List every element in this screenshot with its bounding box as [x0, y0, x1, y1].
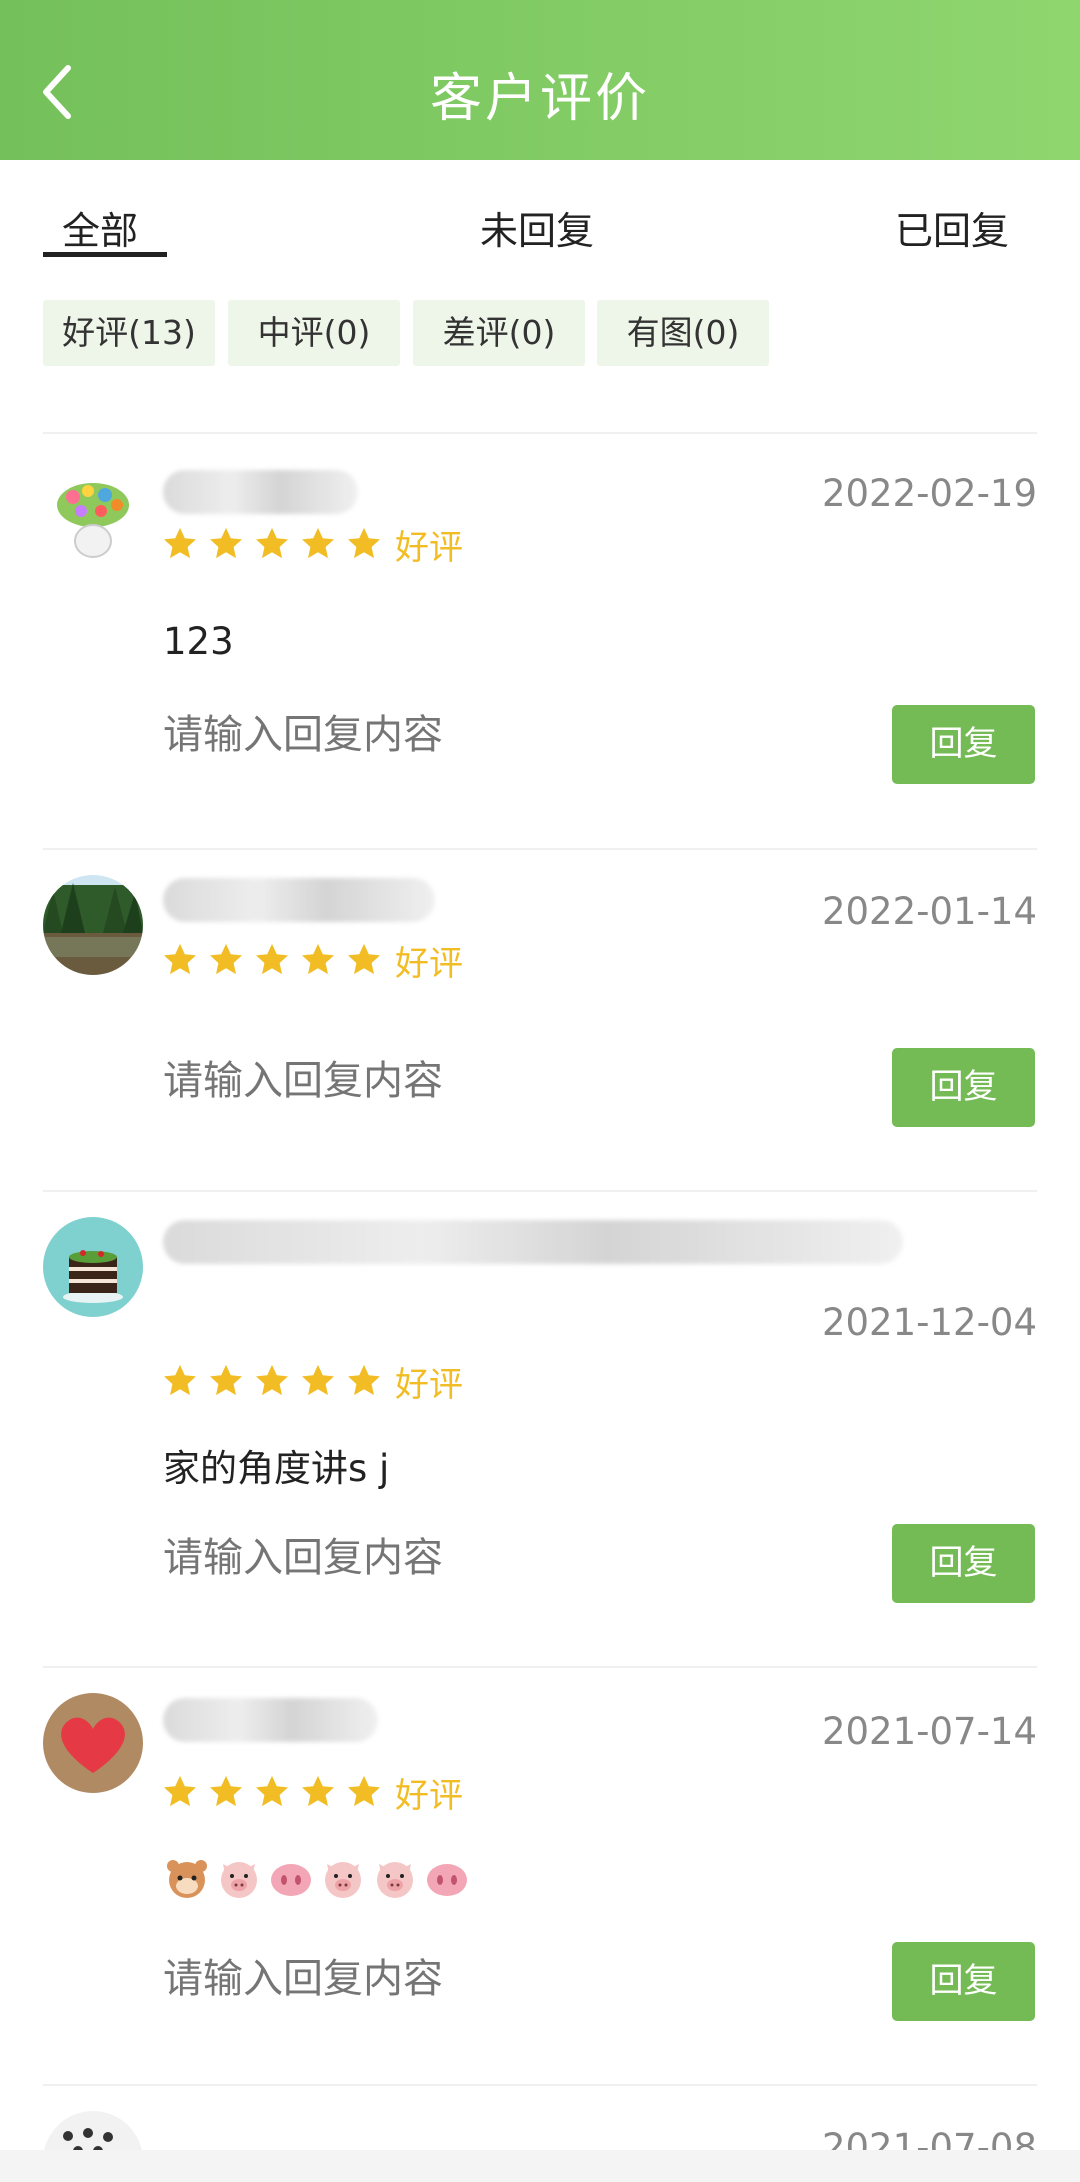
pig-emoji-icon	[325, 1862, 361, 1898]
review-date: 2022-02-19	[821, 472, 1037, 515]
star-icon	[302, 527, 334, 559]
hamster-emoji-icon	[167, 1860, 207, 1898]
star-icon	[348, 1364, 380, 1396]
review-text: 123	[163, 620, 234, 663]
pig-nose-emoji-icon	[271, 1864, 311, 1896]
active-tab-indicator	[43, 252, 167, 257]
star-icon	[164, 1364, 196, 1396]
star-icon	[164, 943, 196, 975]
review-tabs: 全部 未回复 已回复	[0, 160, 1080, 264]
rating-label: 好评	[395, 1775, 463, 1816]
red-heart-avatar-icon	[43, 1693, 143, 1793]
tab-unreplied[interactable]: 未回复	[480, 200, 594, 255]
star-icon	[210, 1364, 242, 1396]
star-icon	[256, 527, 288, 559]
star-icon	[348, 1775, 380, 1807]
reply-button[interactable]: 回复	[892, 1524, 1035, 1603]
star-rating: 好评	[161, 1362, 463, 1405]
filter-with-image[interactable]: 有图(0)	[597, 300, 769, 366]
review-item: 2022-02-19 好评 123 回复	[0, 432, 1080, 848]
pig-emoji-icon	[377, 1862, 413, 1898]
star-icon	[210, 1775, 242, 1807]
reply-button[interactable]: 回复	[892, 1048, 1035, 1127]
review-date: 2022-01-14	[821, 890, 1037, 933]
star-icon	[348, 527, 380, 559]
app-header: 客户评价	[0, 0, 1080, 160]
reply-input[interactable]	[163, 1058, 863, 1104]
review-date: 2021-12-04	[821, 1301, 1037, 1344]
nickname-blurred	[163, 470, 358, 514]
reply-input[interactable]	[163, 1535, 863, 1581]
star-icon	[164, 527, 196, 559]
star-icon	[210, 527, 242, 559]
reply-button[interactable]: 回复	[892, 705, 1035, 784]
reply-input[interactable]	[163, 1956, 863, 2002]
page-title: 客户评价	[429, 69, 650, 129]
star-icon	[348, 943, 380, 975]
review-item: 2021-07-14 好评 请输入回复内容 回复	[0, 1666, 1080, 2084]
star-icon	[302, 1364, 334, 1396]
reply-input[interactable]	[163, 712, 863, 758]
avatar[interactable]	[43, 1693, 143, 1793]
cake-avatar-icon	[43, 1217, 143, 1317]
pig-emoji-icon	[221, 1862, 257, 1898]
lake-forest-avatar-icon	[43, 875, 143, 975]
star-icon	[302, 1775, 334, 1807]
star-icon	[302, 943, 334, 975]
star-icon	[210, 943, 242, 975]
bottom-bar	[0, 2150, 1080, 2182]
tab-replied[interactable]: 已回复	[895, 200, 1009, 255]
review-item: 2022-01-14 好评 回复	[0, 848, 1080, 1190]
tab-all[interactable]: 全部	[62, 200, 138, 255]
star-rating: 好评	[161, 525, 463, 568]
filter-bad[interactable]: 差评(0)	[413, 300, 585, 366]
star-rating: 好评	[161, 941, 463, 984]
filter-good[interactable]: 好评(13)	[43, 300, 215, 366]
avatar[interactable]	[43, 875, 143, 975]
reply-button[interactable]: 回复	[892, 1942, 1035, 2021]
rating-label: 好评	[395, 943, 463, 984]
star-icon	[256, 943, 288, 975]
review-text: 家的角度讲s j	[163, 1447, 390, 1490]
filter-neutral[interactable]: 中评(0)	[228, 300, 400, 366]
pig-nose-emoji-icon	[427, 1864, 467, 1896]
star-icon	[256, 1364, 288, 1396]
review-date: 2021-07-14	[821, 1710, 1037, 1753]
review-item: 2021-12-04 好评 家的角度讲s j 回复	[0, 1190, 1080, 1666]
flower-vase-avatar-icon	[43, 467, 143, 567]
avatar[interactable]	[43, 467, 143, 567]
nickname-blurred	[163, 878, 435, 922]
star-icon	[256, 1775, 288, 1807]
star-icon	[164, 1775, 196, 1807]
emoji-row	[163, 1854, 475, 1902]
rating-label: 好评	[395, 1364, 463, 1405]
nickname-blurred	[163, 1220, 903, 1264]
avatar[interactable]	[43, 1217, 143, 1317]
star-rating: 好评	[161, 1773, 463, 1816]
nickname-blurred	[163, 1698, 378, 1742]
rating-label: 好评	[395, 527, 463, 568]
